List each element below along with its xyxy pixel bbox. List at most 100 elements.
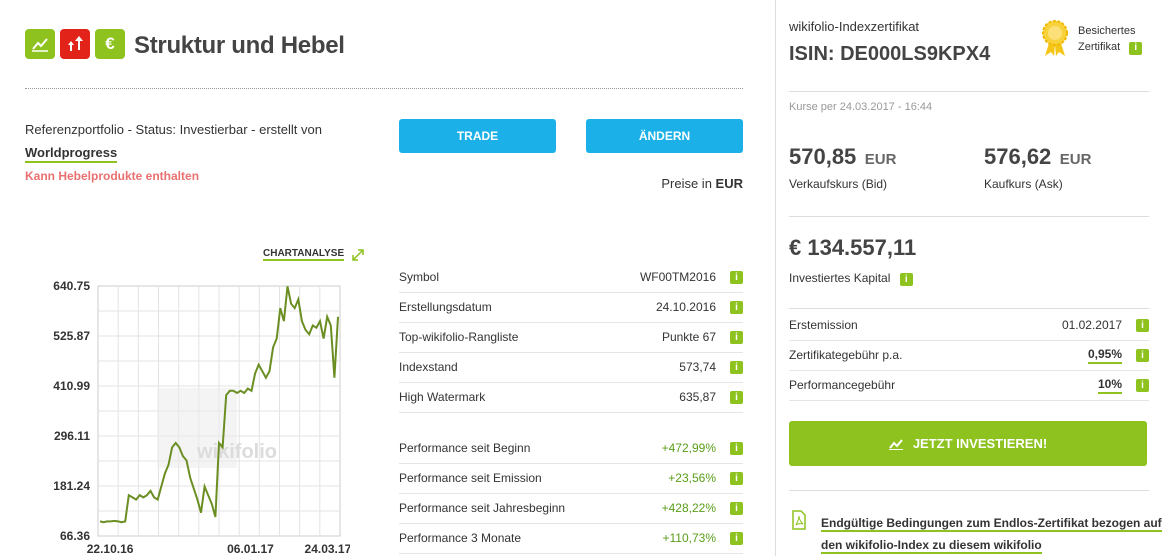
info-icon[interactable]: i	[730, 300, 743, 314]
t2-value: +472,99%	[661, 441, 716, 455]
info-icon[interactable]: i	[730, 270, 743, 284]
x-tick-label: 06.01.17	[227, 542, 274, 556]
author-link[interactable]: Worldprogress	[25, 145, 118, 163]
performance-chart: wikifolio 640.75 525.87 410.99 296.11 181.24 6…	[53, 279, 350, 556]
y-tick-label: 66.36	[60, 529, 90, 543]
info-icon[interactable]: i	[1136, 318, 1149, 332]
t2-value: +110,73%	[662, 531, 717, 545]
r-row: Zertifikategebühr p.a. 0,95% i	[789, 340, 1149, 371]
ask-currency: EUR	[1059, 151, 1092, 168]
right-panel-divider	[775, 0, 776, 556]
chartanalyse-link[interactable]: CHARTANALYSE	[263, 248, 364, 261]
r-label: Zertifikategebühr p.a.	[789, 348, 903, 362]
invest-label: JETZT INVESTIEREN!	[912, 436, 1048, 451]
t1-row: Top-wikifolio-Rangliste Punkte 67 i	[399, 322, 743, 353]
bid-label: Verkaufskurs (Bid)	[789, 177, 888, 191]
info-icon[interactable]: i	[730, 330, 743, 344]
pdf-link-text1: Endgültige Bedingungen zum Endlos-Zertif…	[821, 516, 1162, 532]
trade-button[interactable]: TRADE	[399, 119, 556, 153]
right-divider-3	[789, 308, 1149, 309]
trend-up-icon	[888, 438, 903, 450]
y-tick-label: 181.24	[53, 479, 90, 493]
info-icon[interactable]: i	[1136, 348, 1149, 362]
prices-in: Preise in EUR	[661, 176, 743, 191]
divider	[25, 88, 743, 89]
info-icon[interactable]: i	[730, 471, 743, 485]
bid-price: 570,85 EUR	[789, 144, 896, 170]
t2-label: Performance seit Beginn	[399, 441, 531, 455]
y-tick-label: 640.75	[53, 279, 90, 293]
t1-value: 573,74	[679, 360, 716, 374]
t1-label: Symbol	[399, 270, 440, 284]
euro-icon: €	[95, 29, 125, 59]
y-tick-label: 410.99	[53, 379, 90, 393]
t1-label: Top-wikifolio-Rangliste	[399, 330, 519, 344]
invest-button[interactable]: JETZT INVESTIEREN!	[789, 421, 1147, 466]
expand-icon	[352, 248, 364, 261]
secured-cert: Besichertes Zertifikat i	[1078, 23, 1143, 55]
info-icon[interactable]: i	[899, 273, 913, 286]
page-title: Struktur und Hebel	[134, 32, 345, 59]
bid-value: 570,85	[789, 144, 857, 169]
change-button[interactable]: ÄNDERN	[586, 119, 743, 153]
info-icon[interactable]: i	[730, 501, 743, 515]
t1-label: Indexstand	[399, 360, 458, 374]
x-tick-label: 22.10.16	[87, 542, 134, 556]
r-value: 01.02.2017	[1061, 318, 1122, 332]
y-tick-label: 525.87	[53, 329, 90, 343]
pdf-link-line2: den wikifolio-Index zu diesem wikifolio	[821, 534, 1162, 556]
t1-value: 635,87	[679, 390, 716, 404]
info-icon[interactable]: i	[730, 360, 743, 374]
t1-label: High Watermark	[399, 390, 486, 404]
t1-value: WF00TM2016	[639, 270, 716, 284]
r-label: Erstemission	[789, 318, 858, 332]
pdf-link[interactable]: Endgültige Bedingungen zum Endlos-Zertif…	[821, 512, 1162, 556]
medal-icon	[1042, 20, 1068, 56]
ask-label: Kaufkurs (Ask)	[984, 177, 1063, 191]
isin: ISIN: DE000LS9KPX4	[789, 43, 991, 65]
bid-currency: EUR	[864, 151, 897, 168]
pdf-link-line1: Endgültige Bedingungen zum Endlos-Zertif…	[821, 512, 1162, 534]
right-divider-1	[789, 91, 1149, 92]
secured-line2-wrap: Zertifikat i	[1078, 39, 1143, 55]
secured-line1: Besichertes	[1078, 25, 1136, 37]
capital-label-wrap: Investiertes Kapital i	[789, 271, 913, 286]
t1-value: Punkte 67	[661, 330, 716, 344]
t1-row: Symbol WF00TM2016 i	[399, 262, 743, 293]
t2-label: Performance 3 Monate	[399, 531, 522, 545]
y-tick-label: 296.11	[54, 429, 90, 443]
capital-label: Investiertes Kapital	[789, 271, 891, 285]
x-tick-label: 24.03.17	[305, 542, 350, 556]
prices-in-label: Preise in	[661, 176, 712, 191]
pdf-icon	[792, 510, 806, 530]
r-value: 0,95%	[1087, 347, 1122, 364]
info-icon[interactable]: i	[730, 531, 743, 545]
ask-price: 576,62 EUR	[984, 144, 1091, 170]
t1-row: Indexstand 573,74 i	[399, 352, 743, 383]
prices-in-currency: EUR	[715, 176, 743, 191]
info-icon[interactable]: i	[1136, 378, 1149, 392]
leverage-arrows-icon	[60, 29, 90, 59]
t2-row: Performance seit Jahresbeginn +428,22% i	[399, 493, 743, 524]
price-date: Kurse per 24.03.2017 - 16:44	[789, 101, 933, 113]
info-icon[interactable]: i	[730, 441, 743, 455]
r-label: Performancegebühr	[789, 378, 896, 392]
leverage-note: Kann Hebelprodukte enthalten	[25, 169, 200, 183]
pdf-link-text2: den wikifolio-Index zu diesem wikifolio	[821, 538, 1042, 554]
secured-line2: Zertifikat	[1078, 41, 1121, 53]
t1-row: Erstellungsdatum 24.10.2016 i	[399, 292, 743, 323]
t2-row: Performance seit Beginn +472,99% i	[399, 433, 743, 464]
status-line: Referenzportfolio - Status: Investierbar…	[25, 122, 322, 137]
invested-capital: € 134.557,11	[789, 235, 917, 260]
t1-value: 24.10.2016	[655, 300, 716, 314]
watermark: wikifolio	[196, 441, 277, 463]
t2-value: +428,22%	[661, 501, 716, 515]
info-icon[interactable]: i	[730, 390, 743, 404]
info-icon[interactable]: i	[1129, 41, 1143, 55]
t2-row: Performance 3 Monate +110,73% i	[399, 523, 743, 554]
t1-label: Erstellungsdatum	[399, 300, 492, 314]
r-row: Erstemission 01.02.2017 i	[789, 310, 1149, 341]
right-divider-4	[789, 490, 1149, 491]
r-row: Performancegebühr 10% i	[789, 370, 1149, 401]
trend-up-icon	[25, 29, 55, 59]
